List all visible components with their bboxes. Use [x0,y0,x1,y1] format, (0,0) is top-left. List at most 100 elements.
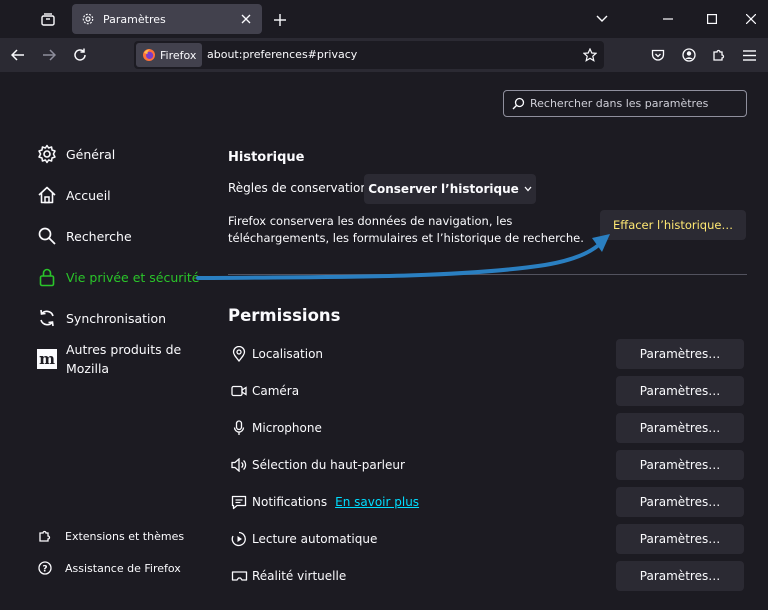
sidebar-item-privacy[interactable]: Vie privée et sécurité [36,266,199,288]
arrow-left-icon [11,49,24,61]
close-tab-icon[interactable] [236,9,256,29]
microphone-settings-button[interactable]: Paramètres… [616,413,744,443]
sidebar-item-sync[interactable]: Synchronisation [36,307,166,329]
sidebar-link-label: Extensions et thèmes [65,529,185,543]
forward-button[interactable] [36,42,62,68]
arrow-right-icon [43,49,56,61]
microphone-icon [230,419,248,437]
home-icon [36,184,58,206]
permission-label: Sélection du haut-parleur [252,458,405,472]
close-window-button[interactable] [737,6,765,32]
permission-row-notifications: Notifications En savoir plus [230,493,419,511]
sync-icon [36,307,58,329]
sidebar-item-label: Accueil [66,187,111,203]
puzzle-icon [713,49,725,61]
sidebar-link-support[interactable]: ? Assistance de Firefox [36,559,181,577]
tab-list-button[interactable] [34,6,62,34]
identity-box[interactable]: Firefox [136,43,202,67]
account-button[interactable] [676,42,702,68]
sidebar-item-label: Synchronisation [66,310,167,326]
history-heading: Historique [228,150,305,165]
svg-text:m: m [39,350,55,368]
maximize-button[interactable] [698,6,726,32]
sidebar-item-label: Recherche [66,228,132,244]
account-icon [682,48,696,62]
retention-label: Règles de conservation [228,181,368,195]
speaker-settings-button[interactable]: Paramètres… [616,450,744,480]
identity-label: Firefox [160,48,197,62]
search-icon [36,225,58,247]
learn-more-link[interactable]: En savoir plus [335,495,419,509]
chevron-down-icon [596,15,608,22]
extensions-button[interactable] [706,42,732,68]
permission-label: Lecture automatique [252,532,378,546]
menu-button[interactable] [736,42,762,68]
sidebar-item-label: Autres produits de Mozilla [66,342,182,376]
tab-overflow-button[interactable] [588,6,616,32]
sidebar-item-label: Général [66,146,116,162]
speaker-icon [230,456,248,474]
sidebar-item-more-mozilla[interactable]: m Autres produits de Mozilla [36,340,196,378]
reload-button[interactable] [67,42,93,68]
sidebar-link-label: Assistance de Firefox [65,561,181,575]
permission-row-location: Localisation [230,345,323,363]
preferences-content: Général Accueil Recherche Vie privée et … [0,72,768,610]
settings-search-input[interactable] [530,97,740,110]
sidebar-item-search[interactable]: Recherche [36,225,132,247]
clear-history-button[interactable]: Effacer l’historique… [600,210,746,240]
help-icon: ? [36,559,54,577]
history-description: Firefox conservera les données de naviga… [228,214,584,245]
gear-icon [36,143,58,165]
sidebar-item-home[interactable]: Accueil [36,184,111,206]
pocket-button[interactable] [645,42,671,68]
permission-label: Localisation [252,347,324,361]
new-tab-button[interactable] [268,8,292,32]
permission-row-speaker: Sélection du haut-parleur [230,456,405,474]
retention-select-value: Conserver l’historique [368,182,519,196]
camera-settings-button[interactable]: Paramètres… [616,376,744,406]
firefox-logo-icon [143,49,155,61]
tab-strip: Paramètres [0,0,768,38]
permission-row-autoplay: Lecture automatique [230,530,377,548]
camera-icon [230,382,248,400]
puzzle-icon [36,527,54,545]
url-bar[interactable]: Firefox about:preferences#privacy [134,41,604,69]
notification-icon [230,493,248,511]
url-text: about:preferences#privacy [207,48,358,61]
permission-row-vr: Réalité virtuelle [230,567,346,585]
bookmark-button[interactable] [580,45,600,65]
minimize-button[interactable] [654,6,682,32]
location-settings-button[interactable]: Paramètres… [616,339,744,369]
location-pin-icon [230,345,248,363]
sidebar-item-general[interactable]: Général [36,143,115,165]
sidebar-link-extensions[interactable]: Extensions et thèmes [36,527,184,545]
close-icon [746,14,756,24]
reload-icon [74,48,86,61]
permission-row-camera: Caméra [230,382,299,400]
maximize-icon [707,14,717,24]
permission-label: Microphone [252,421,322,435]
settings-search[interactable] [503,90,747,117]
vr-settings-button[interactable]: Paramètres… [616,561,744,591]
sidebar-item-label: Vie privée et sécurité [66,269,200,285]
history-retention-select[interactable]: Conserver l’historique [364,174,536,204]
permission-label: Notifications [252,495,328,509]
tab-list-icon [41,13,55,26]
minimize-icon [663,18,673,20]
chevron-down-icon [524,186,532,192]
tab-title: Paramètres [103,12,166,26]
autoplay-icon [230,530,248,548]
nav-bar: Firefox about:preferences#privacy [0,38,768,72]
permission-row-microphone: Microphone [230,419,322,437]
permission-label: Réalité virtuelle [252,569,347,583]
tab-settings[interactable]: Paramètres [72,4,262,34]
mozilla-logo-icon: m [36,348,58,370]
notifications-settings-button[interactable]: Paramètres… [616,487,744,517]
autoplay-settings-button[interactable]: Paramètres… [616,524,744,554]
lock-icon [36,266,58,288]
back-button[interactable] [5,42,31,68]
gear-icon [80,11,96,27]
svg-text:?: ? [42,565,47,575]
star-icon [583,48,597,62]
pocket-icon [651,49,665,61]
